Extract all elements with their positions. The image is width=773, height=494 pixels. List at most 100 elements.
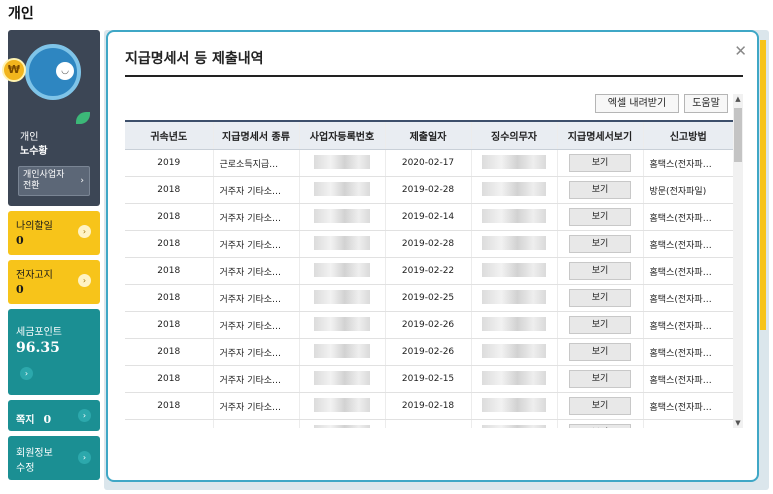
withholding-agent-cell — [470, 311, 557, 339]
view-button[interactable]: 보기 — [569, 397, 631, 415]
method-cell: 홈택스(전자파… — [642, 392, 733, 420]
type-cell: 거주자 기타소… — [212, 392, 299, 420]
help-button[interactable]: 도움말 — [684, 94, 728, 113]
table-row: 2019 근로소득지급… 2020-02-17 보기 홈택스(전자파… — [125, 149, 733, 177]
smile-icon: ◡ — [56, 62, 74, 80]
view-cell: 보기 — [556, 257, 643, 285]
method-cell: 홈택스(전자파… — [642, 365, 733, 393]
redacted-value — [482, 154, 546, 169]
withholding-agent-cell — [470, 257, 557, 285]
method-cell: 홈택스(전자파… — [642, 311, 733, 339]
redacted-value — [314, 208, 370, 223]
redacted-value — [482, 397, 546, 412]
withholding-agent-cell — [470, 392, 557, 420]
scroll-down-icon[interactable]: ▼ — [733, 419, 743, 427]
year-cell: 2018 — [125, 176, 213, 204]
submission-history-modal: 지급명세서 등 제출내역 ✕ 엑셀 내려받기 도움말 귀속년도 지급명세서 종류… — [106, 30, 759, 482]
memo-card[interactable]: 쪽지 0 › — [8, 400, 100, 431]
excel-download-button[interactable]: 엑셀 내려받기 — [595, 94, 679, 113]
tax-points-card[interactable]: 세금포인트 96.35 › — [8, 309, 100, 395]
submission-table-wrapper: 귀속년도 지급명세서 종류 사업자등록번호 제출일자 징수의무자 지급명세서보기… — [125, 120, 733, 428]
scroll-up-icon[interactable]: ▲ — [733, 95, 743, 103]
member-info-card[interactable]: 회원정보 수정 › — [8, 436, 100, 480]
withholding-agent-cell — [470, 338, 557, 366]
chevron-right-icon: › — [80, 176, 84, 186]
year-cell: 2018 — [125, 311, 213, 339]
arrow-right-icon: › — [78, 409, 91, 422]
vertical-scrollbar[interactable]: ▲ ▼ — [733, 94, 743, 428]
page-title: 개인 — [8, 6, 34, 22]
view-button[interactable]: 보기 — [569, 262, 631, 280]
withholding-agent-cell — [470, 230, 557, 258]
view-button[interactable]: 보기 — [569, 208, 631, 226]
table-row: 2018거주자 기타소… 2019-02-20 보기 홈택스(전자파… — [125, 419, 733, 428]
column-header[interactable]: 징수의무자 — [470, 120, 557, 150]
date-cell: 2020-02-17 — [384, 149, 471, 177]
switch-business-button[interactable]: 개인사업자 전환 › — [18, 166, 90, 196]
method-cell: 방문(전자파일) — [642, 176, 733, 204]
method-cell: 홈택스(전자파… — [642, 230, 733, 258]
withholding-agent-cell — [470, 149, 557, 177]
method-cell: 홈택스(전자파… — [642, 149, 733, 177]
modal-title: 지급명세서 등 제출내역 — [125, 51, 264, 67]
withholding-agent-cell — [470, 176, 557, 204]
view-cell: 보기 — [556, 392, 643, 420]
e-notice-card[interactable]: 전자고지 0 › — [8, 260, 100, 304]
year-cell: 2018 — [125, 419, 213, 428]
business-number-cell — [298, 176, 385, 204]
scroll-thumb[interactable] — [734, 108, 742, 162]
table-row: 2018 거주자 기타소… 2019-02-22 보기 홈택스(전자파… — [125, 257, 733, 285]
redacted-value — [314, 289, 370, 304]
view-button[interactable]: 보기 — [569, 370, 631, 388]
table-header-row: 귀속년도 지급명세서 종류 사업자등록번호 제출일자 징수의무자 지급명세서보기… — [125, 120, 733, 150]
table-body: 2019 근로소득지급… 2020-02-17 보기 홈택스(전자파… 2018 거주자 기… — [125, 149, 733, 428]
side-accent-stripe — [760, 40, 766, 330]
year-cell: 2018 — [125, 365, 213, 393]
view-button[interactable]: 보기 — [569, 343, 631, 361]
view-cell: 보기 — [556, 149, 643, 177]
column-header[interactable]: 지급명세서 종류 — [212, 120, 299, 150]
view-button[interactable]: 보기 — [569, 289, 631, 307]
year-cell: 2018 — [125, 392, 213, 420]
business-number-cell — [298, 338, 385, 366]
year-cell: 2018 — [125, 203, 213, 231]
redacted-value — [482, 343, 546, 358]
view-button[interactable]: 보기 — [569, 316, 631, 334]
view-button[interactable]: 보기 — [569, 181, 631, 199]
leaf-icon — [76, 112, 90, 124]
view-cell: 보기 — [556, 311, 643, 339]
method-cell: 홈택스(전자파… — [642, 257, 733, 285]
switch-button-line1: 개인사업자 — [23, 170, 65, 180]
column-header[interactable]: 신고방법 — [642, 120, 733, 150]
redacted-value — [314, 316, 370, 331]
avatar: ◡ — [25, 44, 81, 100]
redacted-value — [314, 370, 370, 385]
view-button[interactable]: 보기 — [569, 424, 631, 428]
tax-points-label: 세금포인트 — [16, 327, 62, 338]
close-icon[interactable]: ✕ — [734, 42, 747, 60]
view-button[interactable]: 보기 — [569, 235, 631, 253]
user-kind: 개인 — [20, 132, 39, 143]
table-row: 2018 거주자 기타소… 2019-02-28 보기 홈택스(전자파… — [125, 230, 733, 258]
column-header[interactable]: 사업자등록번호 — [298, 120, 385, 150]
view-button[interactable]: 보기 — [569, 154, 631, 172]
switch-button-line2: 전환 — [23, 181, 40, 191]
column-header[interactable]: 지급명세서보기 — [556, 120, 643, 150]
method-cell: 홈택스(전자파… — [642, 338, 733, 366]
view-cell: 보기 — [556, 203, 643, 231]
my-tasks-card[interactable]: 나의할일 0 › — [8, 211, 100, 255]
user-name: 노수황 — [20, 146, 48, 157]
year-cell: 2019 — [125, 149, 213, 177]
business-number-cell — [298, 284, 385, 312]
method-cell: 홈택스(전자파… — [642, 203, 733, 231]
redacted-value — [314, 424, 370, 428]
column-header[interactable]: 제출일자 — [384, 120, 471, 150]
view-cell: 보기 — [556, 176, 643, 204]
column-header[interactable]: 귀속년도 — [125, 120, 213, 150]
table-row: 2018 거주자 기타소… 2019-02-18 보기 홈택스(전자파… — [125, 392, 733, 420]
redacted-value — [482, 370, 546, 385]
type-cell: 거주자 기타소… — [212, 338, 299, 366]
tax-points-value: 96.35 — [16, 340, 60, 356]
withholding-agent-cell — [470, 284, 557, 312]
date-cell: 2019-02-26 — [384, 311, 471, 339]
